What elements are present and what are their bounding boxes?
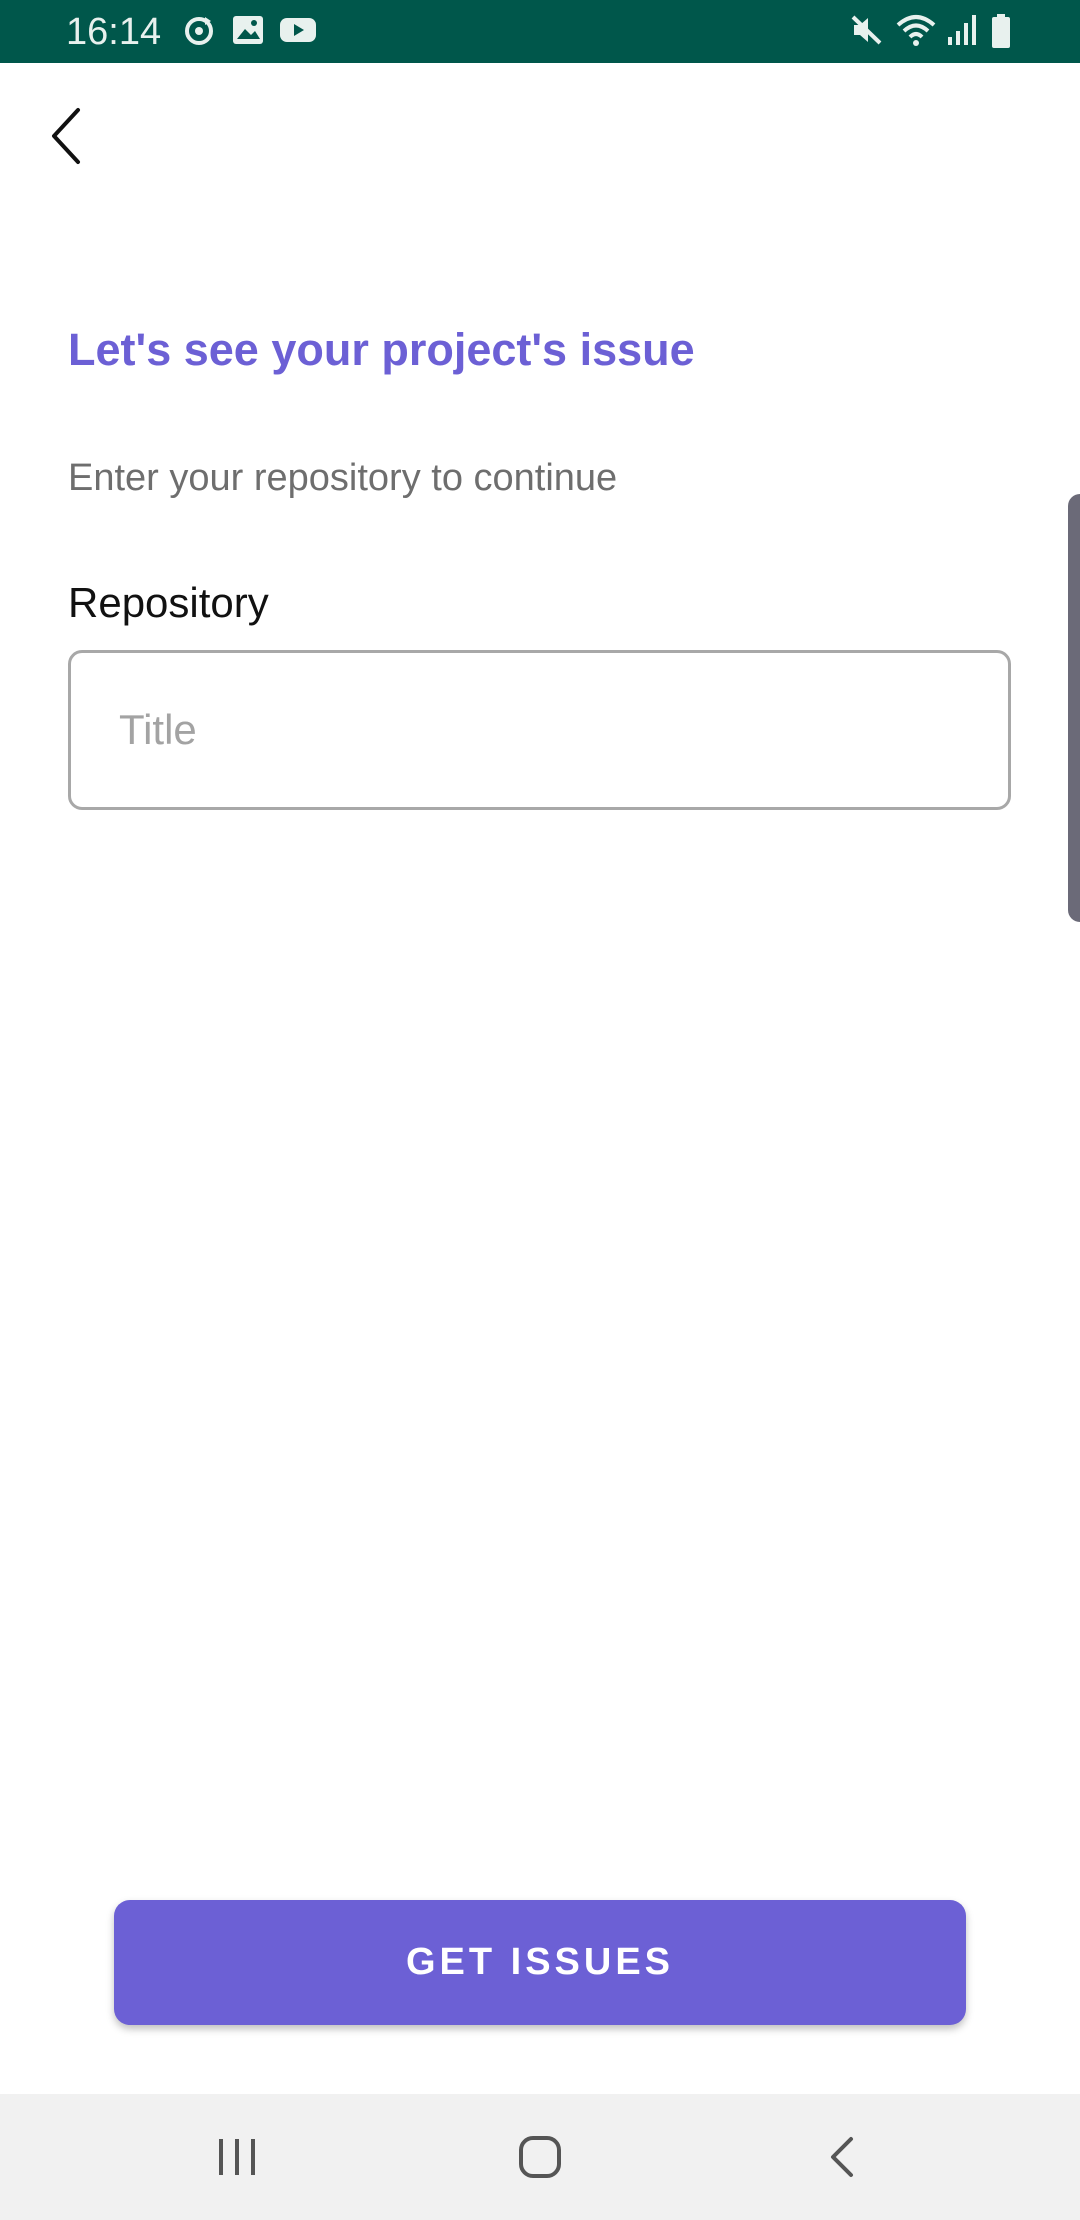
back-icon xyxy=(831,2137,853,2177)
navigation-bar xyxy=(0,2094,1080,2220)
recents-icon xyxy=(219,2139,255,2175)
repository-input[interactable] xyxy=(68,650,1011,810)
image-icon xyxy=(233,16,263,44)
status-time: 16:14 xyxy=(66,11,162,53)
signal-icon xyxy=(948,15,976,45)
recents-button[interactable] xyxy=(137,2094,337,2220)
home-button[interactable] xyxy=(440,2094,640,2220)
mute-icon xyxy=(851,15,882,45)
sync-icon xyxy=(185,17,213,45)
page-subtitle: Enter your repository to continue xyxy=(68,457,618,499)
repository-label: Repository xyxy=(68,579,269,626)
battery-icon xyxy=(992,14,1010,48)
chevron-left-icon xyxy=(52,108,80,164)
youtube-icon xyxy=(280,18,316,42)
page-title: Let's see your project's issue xyxy=(68,324,695,375)
wifi-icon xyxy=(896,15,936,46)
system-back-button[interactable] xyxy=(742,2094,942,2220)
status-bar: 16:14 xyxy=(0,0,1080,63)
back-button[interactable] xyxy=(34,96,106,176)
get-issues-button[interactable]: GET ISSUES xyxy=(114,1900,966,2025)
home-icon xyxy=(519,2136,561,2178)
screen: 16:14 Let's see your project's issue Ent… xyxy=(0,0,1080,2220)
scroll-handle[interactable] xyxy=(1068,494,1080,922)
status-right-icons xyxy=(850,13,1020,49)
